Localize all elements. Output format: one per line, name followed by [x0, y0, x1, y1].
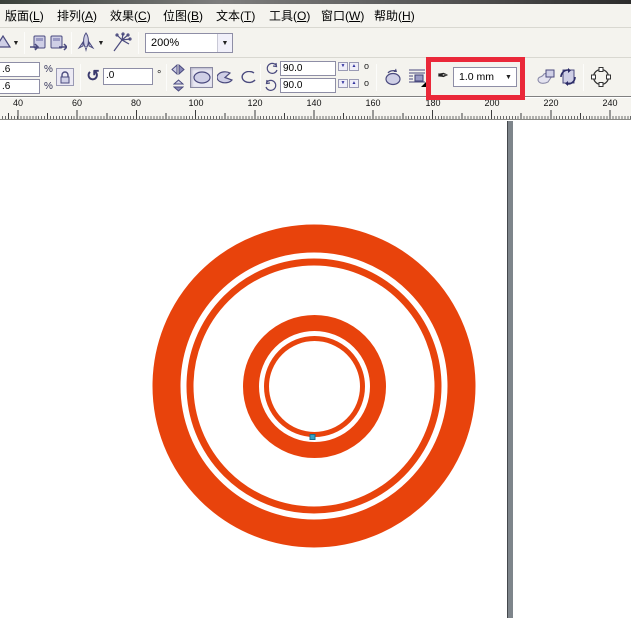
- mirror-vertical-icon[interactable]: [170, 78, 186, 92]
- export-icon[interactable]: [49, 33, 67, 53]
- start-angle-spin-up[interactable]: ▲: [349, 62, 359, 71]
- arc-mode-button[interactable]: [236, 67, 259, 88]
- toolbar-separator: [71, 32, 72, 54]
- zoom-level-combobox[interactable]: 200% ▼: [145, 33, 233, 53]
- zoom-dropdown-arrow[interactable]: ▼: [217, 34, 232, 52]
- outline-pen-icon: ✒: [436, 67, 450, 84]
- welcome-fireworks-icon[interactable]: [111, 31, 133, 55]
- menu-arrange[interactable]: 排列(A): [54, 8, 100, 25]
- menu-bitmaps[interactable]: 位图(B): [160, 8, 206, 25]
- ruler-label: 160: [365, 98, 380, 108]
- menu-help[interactable]: 帮助(H): [371, 8, 418, 25]
- propbar-separator: [166, 64, 167, 91]
- ruler-label: 40: [13, 98, 23, 108]
- convert-outline-icon[interactable]: [557, 66, 579, 88]
- start-angle-spin-down[interactable]: ▼: [338, 62, 348, 71]
- property-bar: .6 .6 % % ↺ .0 ° 90.0 90.0 ▼ ▲ ▼ ▲ o o: [0, 58, 631, 97]
- outline-width-value: 1.0 mm: [454, 71, 501, 83]
- ruler-label: 180: [425, 98, 440, 108]
- start-angle-degree-mark: o: [364, 61, 369, 71]
- rotation-angle-field[interactable]: .0: [103, 68, 153, 85]
- mirror-horizontal-icon[interactable]: [170, 62, 186, 76]
- zoom-level-value: 200%: [146, 37, 217, 49]
- node-marker[interactable]: [310, 435, 315, 440]
- propbar-separator: [376, 64, 377, 91]
- ruler-label: 60: [72, 98, 82, 108]
- propbar-separator: [260, 64, 261, 91]
- percent-x-label: %: [44, 64, 53, 75]
- outer-thick-ring[interactable]: [167, 239, 462, 534]
- propbar-separator: [80, 64, 81, 91]
- ruler-label: 100: [188, 98, 203, 108]
- end-angle-field[interactable]: 90.0: [280, 78, 336, 93]
- outline-width-dropdown-arrow[interactable]: ▼: [501, 68, 516, 86]
- lock-ratio-icon[interactable]: [56, 68, 74, 86]
- ruler-label: 200: [484, 98, 499, 108]
- scale-x-field[interactable]: .6: [0, 62, 40, 77]
- degree-sign: °: [157, 69, 161, 81]
- ruler-label: 240: [602, 98, 617, 108]
- end-angle-degree-mark: o: [364, 78, 369, 88]
- inner-thin-ring[interactable]: [267, 339, 363, 435]
- launcher-dropdown-caret[interactable]: ▼: [97, 39, 105, 47]
- convert-to-curves-icon[interactable]: [589, 66, 613, 88]
- pie-mode-button[interactable]: [214, 67, 237, 88]
- menu-window[interactable]: 窗口(W): [318, 8, 367, 25]
- end-angle-spin-up[interactable]: ▲: [349, 79, 359, 88]
- ellipse-mode-button[interactable]: [190, 67, 213, 88]
- start-angle-icon: [265, 62, 278, 75]
- menu-effects[interactable]: 效果(C): [107, 8, 154, 25]
- ruler-label: 120: [247, 98, 262, 108]
- propbar-separator: [583, 64, 584, 91]
- ruler-label: 140: [306, 98, 321, 108]
- wrap-text-icon[interactable]: [406, 66, 428, 88]
- rotation-icon: ↺: [85, 66, 101, 86]
- standard-toolbar: ▼ ▼ 200% ▼: [0, 28, 631, 58]
- menu-tools[interactable]: 工具(O): [266, 8, 313, 25]
- menu-text[interactable]: 文本(T): [213, 8, 258, 25]
- start-angle-field[interactable]: 90.0: [280, 61, 336, 76]
- arc-direction-icon[interactable]: [382, 66, 404, 88]
- end-angle-icon: [265, 79, 278, 92]
- scale-y-field[interactable]: .6: [0, 79, 40, 94]
- toolbar-separator: [24, 32, 25, 54]
- tool-dropdown-caret[interactable]: ▼: [12, 39, 20, 47]
- partial-tool-icon[interactable]: [0, 32, 12, 52]
- menu-bar: 版面(L) 排列(A) 效果(C) 位图(B) 文本(T) 工具(O) 窗口(W…: [0, 4, 631, 28]
- application-launcher-icon[interactable]: [76, 31, 96, 55]
- outer-thin-ring[interactable]: [190, 262, 438, 510]
- concentric-circles-drawing[interactable]: [0, 121, 631, 621]
- outline-width-combobox[interactable]: 1.0 mm ▼: [453, 67, 517, 87]
- import-icon[interactable]: [29, 33, 47, 53]
- toolbar-separator: [138, 32, 139, 54]
- horizontal-ruler[interactable]: 40 60 80 100 120 140 160 180 200 220 240: [0, 98, 631, 120]
- ruler-label: 80: [131, 98, 141, 108]
- drawing-canvas[interactable]: [0, 121, 631, 621]
- percent-y-label: %: [44, 81, 53, 92]
- end-angle-spin-down[interactable]: ▼: [338, 79, 348, 88]
- ruler-label: 220: [543, 98, 558, 108]
- menu-layout[interactable]: 版面(L): [2, 8, 47, 25]
- text-wrap-options-icon[interactable]: [535, 66, 557, 88]
- inner-thick-ring[interactable]: [251, 323, 378, 450]
